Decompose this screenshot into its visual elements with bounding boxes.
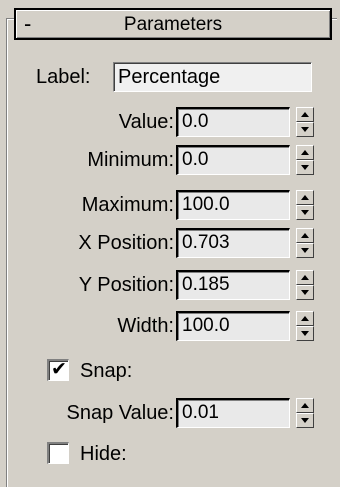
label-input[interactable]: Percentage [113, 62, 312, 92]
maximum-field[interactable]: 100.0 [176, 190, 290, 220]
parameters-rollout-header[interactable]: - Parameters [14, 8, 332, 40]
minimum-label: Minimum: [87, 149, 174, 171]
x-position-field[interactable]: 0.703 [176, 228, 290, 258]
y-position-spinner[interactable] [296, 270, 314, 300]
checkmark-icon: ✔ [51, 358, 67, 380]
triangle-up-icon [301, 316, 309, 321]
y-position-spinner-up[interactable] [296, 270, 314, 285]
minimum-spinner-up[interactable] [296, 145, 314, 160]
snap-label: Snap: [80, 360, 133, 382]
triangle-down-icon [301, 127, 309, 132]
value-field[interactable]: 0.0 [176, 107, 290, 137]
minimum-field[interactable]: 0.0 [176, 145, 290, 175]
width-spinner-down[interactable] [296, 326, 314, 341]
rollout-title: Parameters [123, 14, 223, 35]
x-position-label: X Position: [78, 232, 174, 254]
value-spinner[interactable] [296, 107, 314, 137]
x-position-spinner-up[interactable] [296, 228, 314, 243]
triangle-up-icon [301, 233, 309, 238]
hide-checkbox[interactable] [47, 442, 69, 464]
value-spinner-down[interactable] [296, 122, 314, 137]
y-position-field[interactable]: 0.185 [176, 270, 290, 300]
triangle-down-icon [301, 210, 309, 215]
maximum-row: Maximum: 100.0 [0, 190, 340, 220]
maximum-label: Maximum: [81, 194, 174, 216]
minimum-spinner-down[interactable] [296, 160, 314, 175]
maximum-spinner[interactable] [296, 190, 314, 220]
value-spinner-up[interactable] [296, 107, 314, 122]
y-position-row: Y Position: 0.185 [0, 270, 340, 300]
snap-value-spinner-down[interactable] [296, 413, 314, 428]
triangle-down-icon [301, 331, 309, 336]
triangle-down-icon [301, 418, 309, 423]
triangle-down-icon [301, 165, 309, 170]
width-spinner-up[interactable] [296, 311, 314, 326]
label-caption: Label: [36, 66, 91, 88]
triangle-up-icon [301, 195, 309, 200]
minimum-row: Minimum: 0.0 [0, 145, 340, 175]
snap-value-row: Snap Value: 0.01 [0, 398, 340, 428]
triangle-up-icon [301, 275, 309, 280]
width-field[interactable]: 100.0 [176, 311, 290, 341]
snap-checkbox[interactable]: ✔ [47, 358, 69, 381]
y-position-label: Y Position: [78, 274, 174, 296]
value-row: Value: 0.0 [0, 107, 340, 137]
x-position-spinner[interactable] [296, 228, 314, 258]
width-spinner[interactable] [296, 311, 314, 341]
triangle-down-icon [301, 248, 309, 253]
maximum-spinner-up[interactable] [296, 190, 314, 205]
x-position-row: X Position: 0.703 [0, 228, 340, 258]
minimum-spinner[interactable] [296, 145, 314, 175]
maximum-spinner-down[interactable] [296, 205, 314, 220]
width-label: Width: [117, 315, 174, 337]
label-row: Label: Percentage [0, 62, 340, 92]
value-label: Value: [118, 111, 174, 133]
snap-value-label: Snap Value: [66, 402, 175, 424]
x-position-spinner-down[interactable] [296, 243, 314, 258]
hide-label: Hide: [80, 443, 127, 465]
snap-value-spinner[interactable] [296, 398, 314, 428]
triangle-up-icon [301, 403, 309, 408]
triangle-up-icon [301, 112, 309, 117]
triangle-up-icon [301, 150, 309, 155]
snap-value-spinner-up[interactable] [296, 398, 314, 413]
snap-value-field[interactable]: 0.01 [176, 398, 290, 428]
y-position-spinner-down[interactable] [296, 285, 314, 300]
triangle-down-icon [301, 290, 309, 295]
width-row: Width: 100.0 [0, 311, 340, 341]
